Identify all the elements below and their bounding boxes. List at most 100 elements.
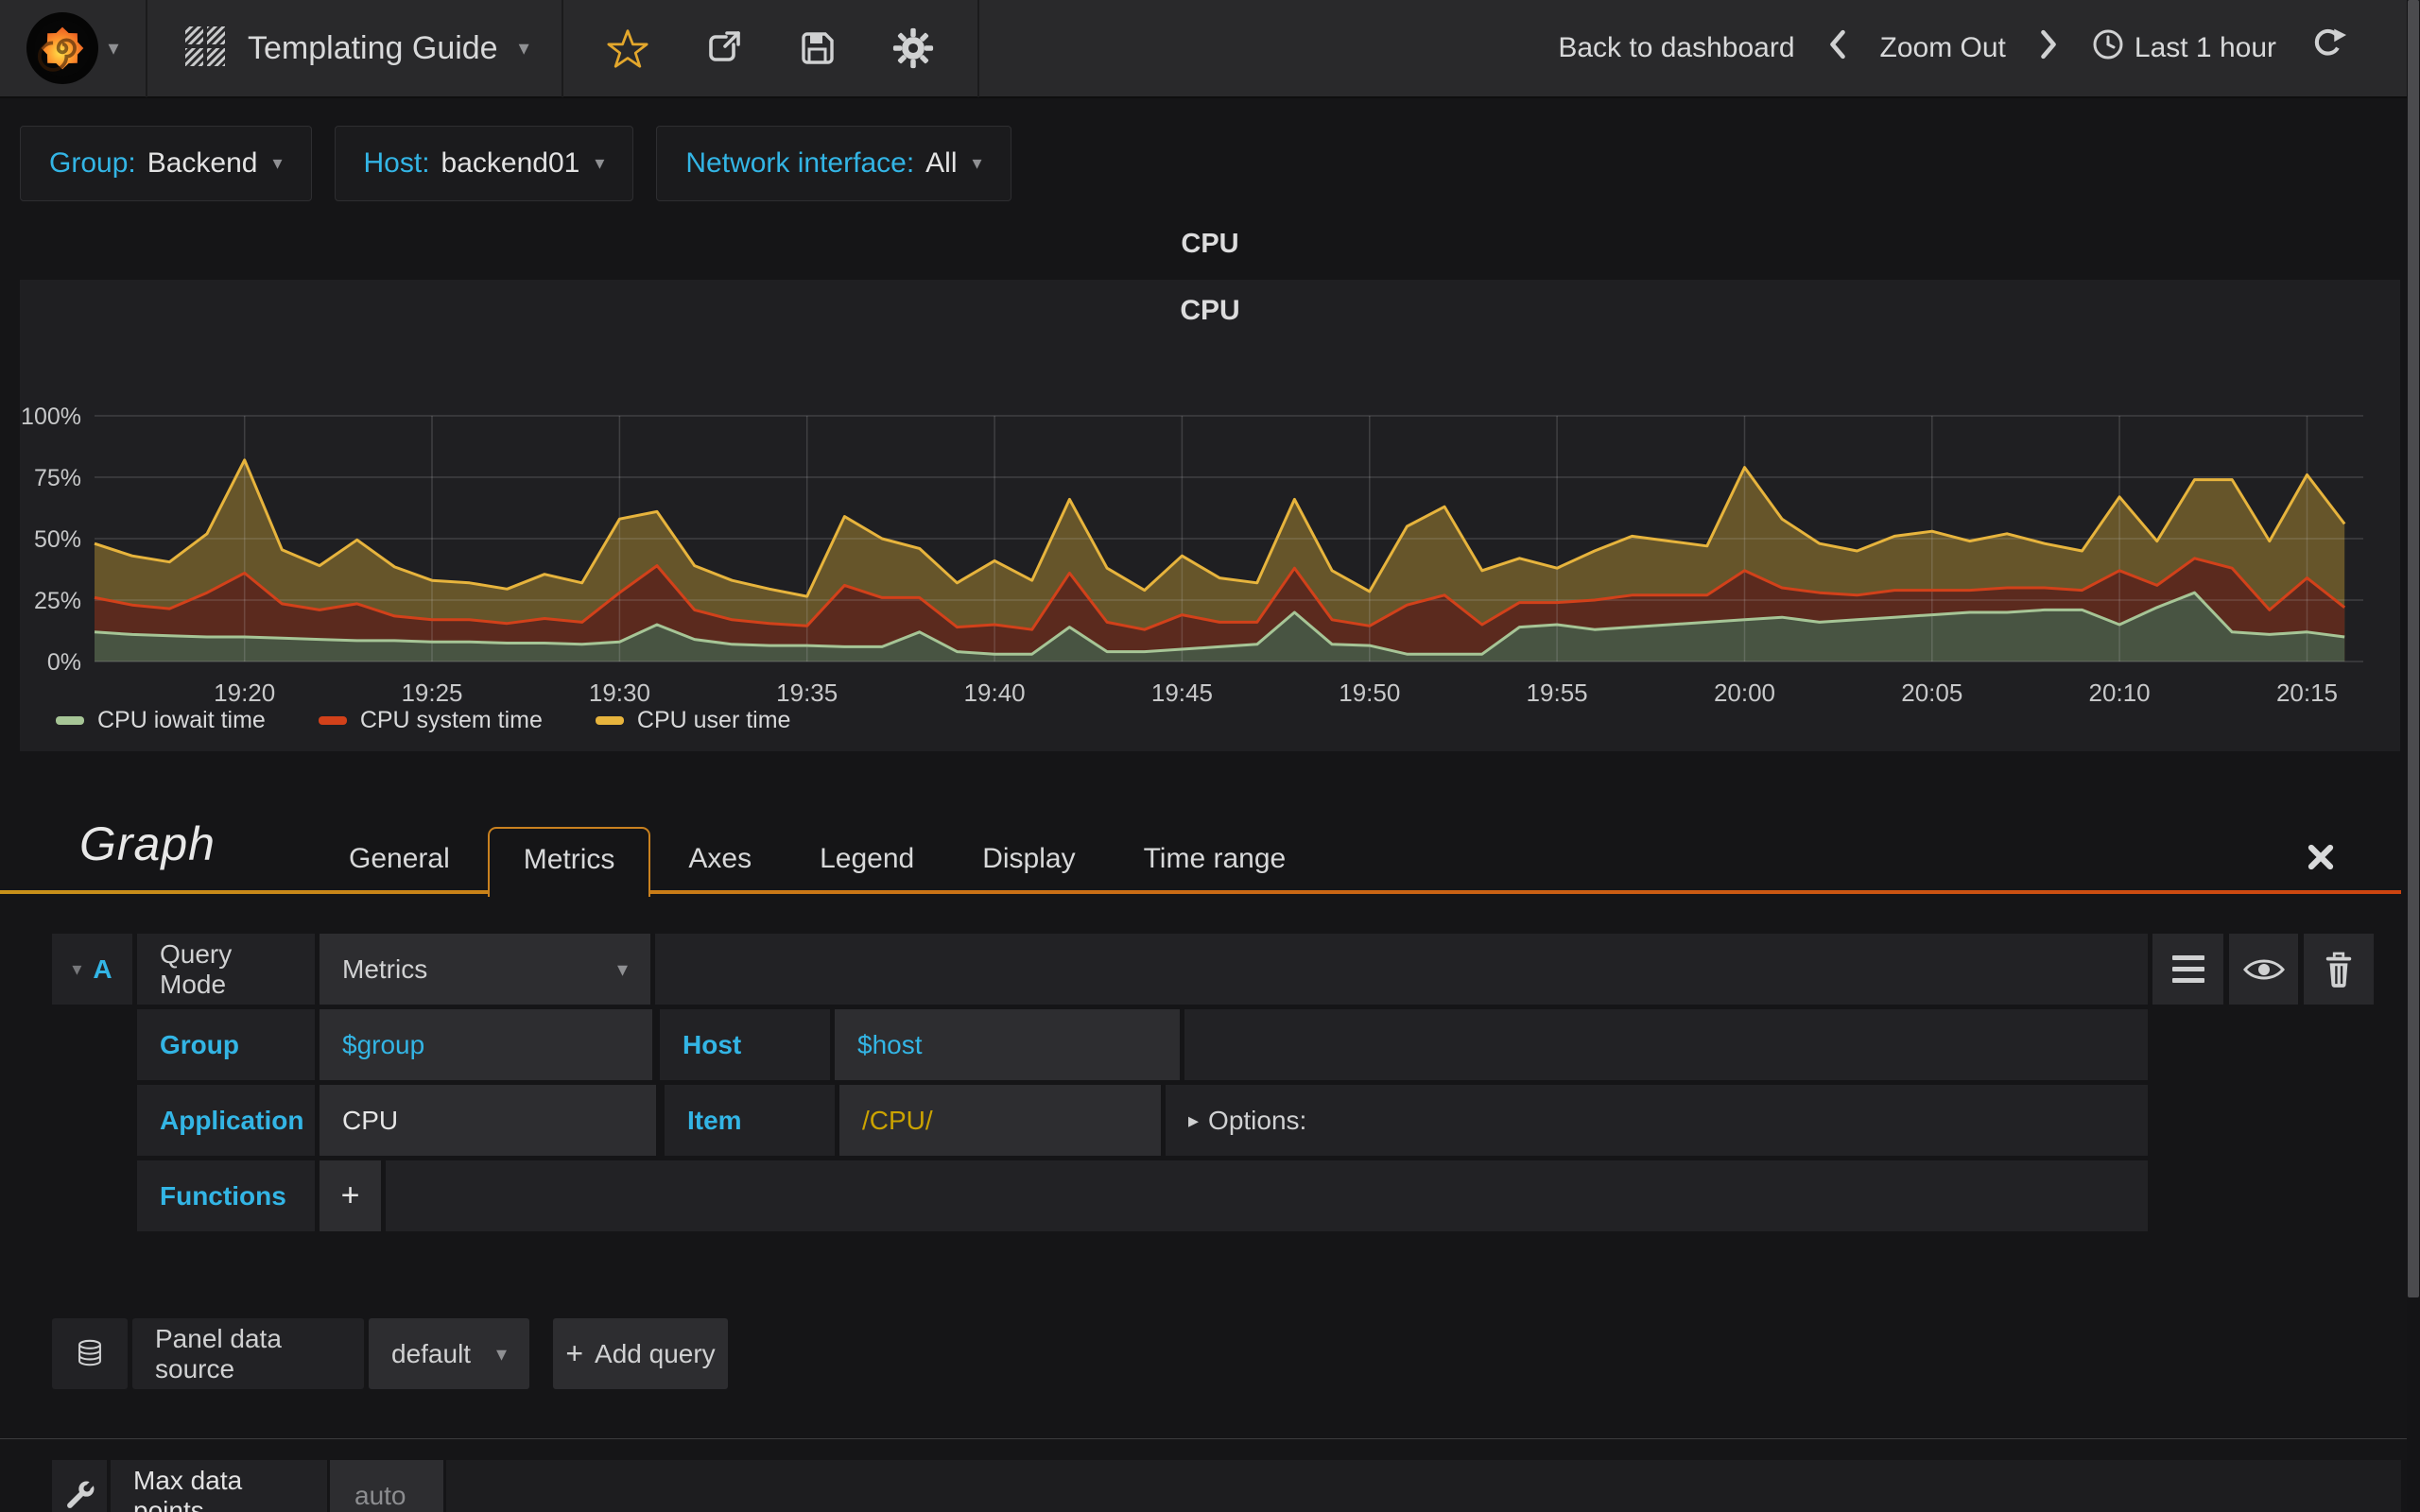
max-data-points-field xyxy=(330,1460,443,1512)
y-axis-tick: 25% xyxy=(34,588,81,614)
share-button[interactable] xyxy=(703,28,743,68)
application-label-text: Application xyxy=(160,1105,304,1135)
variable-value: All xyxy=(925,147,958,179)
save-button[interactable] xyxy=(798,28,838,68)
template-variables-row: Group: Backend ▾ Host: backend01 ▾ Network… xyxy=(20,126,1011,201)
close-editor-button[interactable] xyxy=(2307,843,2335,876)
editor-tabs: General Metrics Axes Legend Display Time rang… xyxy=(315,827,1321,897)
query-toggle-visibility-button[interactable] xyxy=(2229,934,2298,1005)
logo-caret-icon: ▾ xyxy=(108,36,119,60)
group-label-text: Group xyxy=(160,1029,239,1059)
legend-swatch-icon xyxy=(56,716,84,725)
grafana-logo-menu[interactable]: ▾ xyxy=(0,0,147,97)
functions-row-filler xyxy=(386,1160,2148,1231)
legend-item-cpu-user-time[interactable]: CPU user time xyxy=(595,707,791,734)
max-data-points-label: Max data points xyxy=(111,1460,327,1512)
y-axis-tick: 0% xyxy=(47,649,81,676)
chart-legend: CPU iowait time CPU system time CPU user t… xyxy=(56,707,790,734)
legend-label: CPU iowait time xyxy=(97,707,266,733)
query-mode-caret-icon: ▾ xyxy=(616,956,628,981)
add-function-button[interactable]: + xyxy=(320,1160,381,1231)
query-editor: ▾ A Query Mode Metrics ▾ Group $group Ho… xyxy=(52,934,2377,1231)
wrench-icon xyxy=(67,1481,95,1508)
scrollbar-thumb[interactable] xyxy=(2408,0,2419,1297)
functions-label: Functions xyxy=(137,1160,315,1231)
variable-value: backend01 xyxy=(441,147,580,179)
tab-time-range[interactable]: Time range xyxy=(1110,843,1321,894)
time-shift-left-button[interactable] xyxy=(1827,26,1848,70)
tab-axes[interactable]: Axes xyxy=(654,843,786,894)
variable-caret-icon: ▾ xyxy=(972,153,982,174)
query-row-filler xyxy=(655,934,2148,1005)
query-ref-toggle[interactable]: ▾ A xyxy=(52,934,132,1005)
legend-item-cpu-iowait-time[interactable]: CPU iowait time xyxy=(56,707,266,734)
x-axis-tick: 20:05 xyxy=(1901,679,1962,707)
legend-item-cpu-system-time[interactable]: CPU system time xyxy=(318,707,543,734)
star-button[interactable] xyxy=(607,27,648,69)
zoom-out-button[interactable]: Zoom Out xyxy=(1880,32,2006,64)
legend-label: CPU system time xyxy=(359,707,543,733)
x-axis-tick: 19:40 xyxy=(964,679,1026,707)
x-axis-tick: 19:50 xyxy=(1339,679,1400,707)
datasource-value: default xyxy=(391,1338,472,1368)
grafana-app: ▾ Templating Guide ▾ Back to dashboard Z… xyxy=(0,0,2420,1512)
x-axis-tick: 20:00 xyxy=(1714,679,1775,707)
group-field-input[interactable]: $group xyxy=(320,1009,652,1080)
variable-label: Network interface: xyxy=(685,147,915,179)
add-query-label: Add query xyxy=(595,1338,716,1368)
tab-general[interactable]: General xyxy=(315,843,484,894)
x-axis-tick: 20:15 xyxy=(2276,679,2338,707)
variable-label: Group: xyxy=(49,147,136,179)
variable-group[interactable]: Group: Backend ▾ xyxy=(20,126,312,201)
variable-host[interactable]: Host: backend01 ▾ xyxy=(334,126,634,201)
dashboard-title-menu[interactable]: Templating Guide ▾ xyxy=(147,0,563,97)
refresh-button[interactable] xyxy=(2308,26,2346,71)
x-axis-tick: 19:30 xyxy=(589,679,650,707)
x-axis-tick: 19:20 xyxy=(214,679,275,707)
functions-label-text: Functions xyxy=(160,1180,286,1211)
time-range-picker[interactable]: Last 1 hour xyxy=(2091,27,2276,69)
query-delete-button[interactable] xyxy=(2304,934,2374,1005)
host-label-text: Host xyxy=(683,1029,742,1059)
clock-icon xyxy=(2091,27,2125,69)
back-to-dashboard-button[interactable]: Back to dashboard xyxy=(1558,32,1794,64)
trash-icon xyxy=(2325,952,2352,988)
options-toggle[interactable]: ▸ Options: xyxy=(1166,1085,2148,1156)
section-divider xyxy=(0,1438,2420,1439)
panel-title[interactable]: CPU xyxy=(0,229,2420,260)
item-field-label: Item xyxy=(665,1085,835,1156)
legend-label: CPU user time xyxy=(636,707,791,733)
cpu-stacked-area-chart: 0% 25% 50% 75% 100% 19:20 19:25 19:30 19:35 19:40… xyxy=(21,404,2363,707)
max-data-points-input[interactable] xyxy=(353,1479,421,1512)
application-field-input[interactable]: CPU xyxy=(320,1085,656,1156)
variable-network-interface[interactable]: Network interface: All ▾ xyxy=(656,126,1011,201)
page-scrollbar xyxy=(2407,0,2420,1512)
datasource-select[interactable]: default ▾ xyxy=(369,1318,529,1389)
host-field-input[interactable]: $host xyxy=(835,1009,1180,1080)
item-field-input[interactable]: /CPU/ xyxy=(839,1085,1161,1156)
tab-legend[interactable]: Legend xyxy=(786,843,948,894)
options-label: Options: xyxy=(1208,1105,1307,1135)
datasource-caret-icon: ▾ xyxy=(495,1341,507,1366)
chart-title: CPU xyxy=(1180,295,1240,326)
tab-metrics[interactable]: Metrics xyxy=(487,827,651,897)
query-ref-letter: A xyxy=(93,954,112,984)
query-mode-select[interactable]: Metrics ▾ xyxy=(320,934,650,1005)
add-query-button[interactable]: + Add query xyxy=(553,1318,728,1389)
item-label-text: Item xyxy=(687,1105,742,1135)
x-axis-tick: 19:55 xyxy=(1527,679,1588,707)
time-shift-right-button[interactable] xyxy=(2038,26,2059,70)
application-field-label: Application xyxy=(137,1085,315,1156)
tab-display[interactable]: Display xyxy=(948,843,1109,894)
eye-icon xyxy=(2242,959,2285,979)
x-axis-tick: 19:25 xyxy=(401,679,462,707)
plus-icon: + xyxy=(565,1336,584,1370)
variable-label: Host: xyxy=(363,147,430,179)
datasource-label: Panel data source xyxy=(132,1318,364,1389)
options-icon-cell xyxy=(52,1460,107,1512)
dashboard-title: Templating Guide xyxy=(248,29,498,66)
variable-value: Backend xyxy=(147,147,258,179)
settings-gear-button[interactable] xyxy=(892,27,934,69)
query-menu-button[interactable] xyxy=(2152,934,2223,1005)
dashboard-caret-icon: ▾ xyxy=(518,36,529,60)
